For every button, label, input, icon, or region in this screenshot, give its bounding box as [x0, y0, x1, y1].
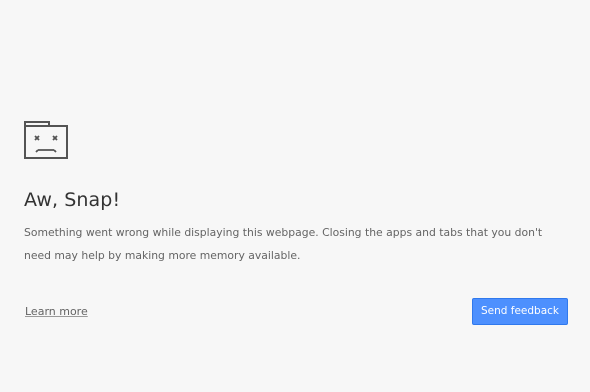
learn-more-link[interactable]: Learn more: [25, 305, 88, 318]
error-heading: Aw, Snap!: [24, 189, 121, 211]
error-page: Aw, Snap! Something went wrong while dis…: [0, 0, 590, 392]
send-feedback-button[interactable]: Send feedback: [472, 298, 568, 325]
sad-tab-icon: [24, 121, 68, 159]
error-message: Something went wrong while displaying th…: [24, 226, 543, 262]
